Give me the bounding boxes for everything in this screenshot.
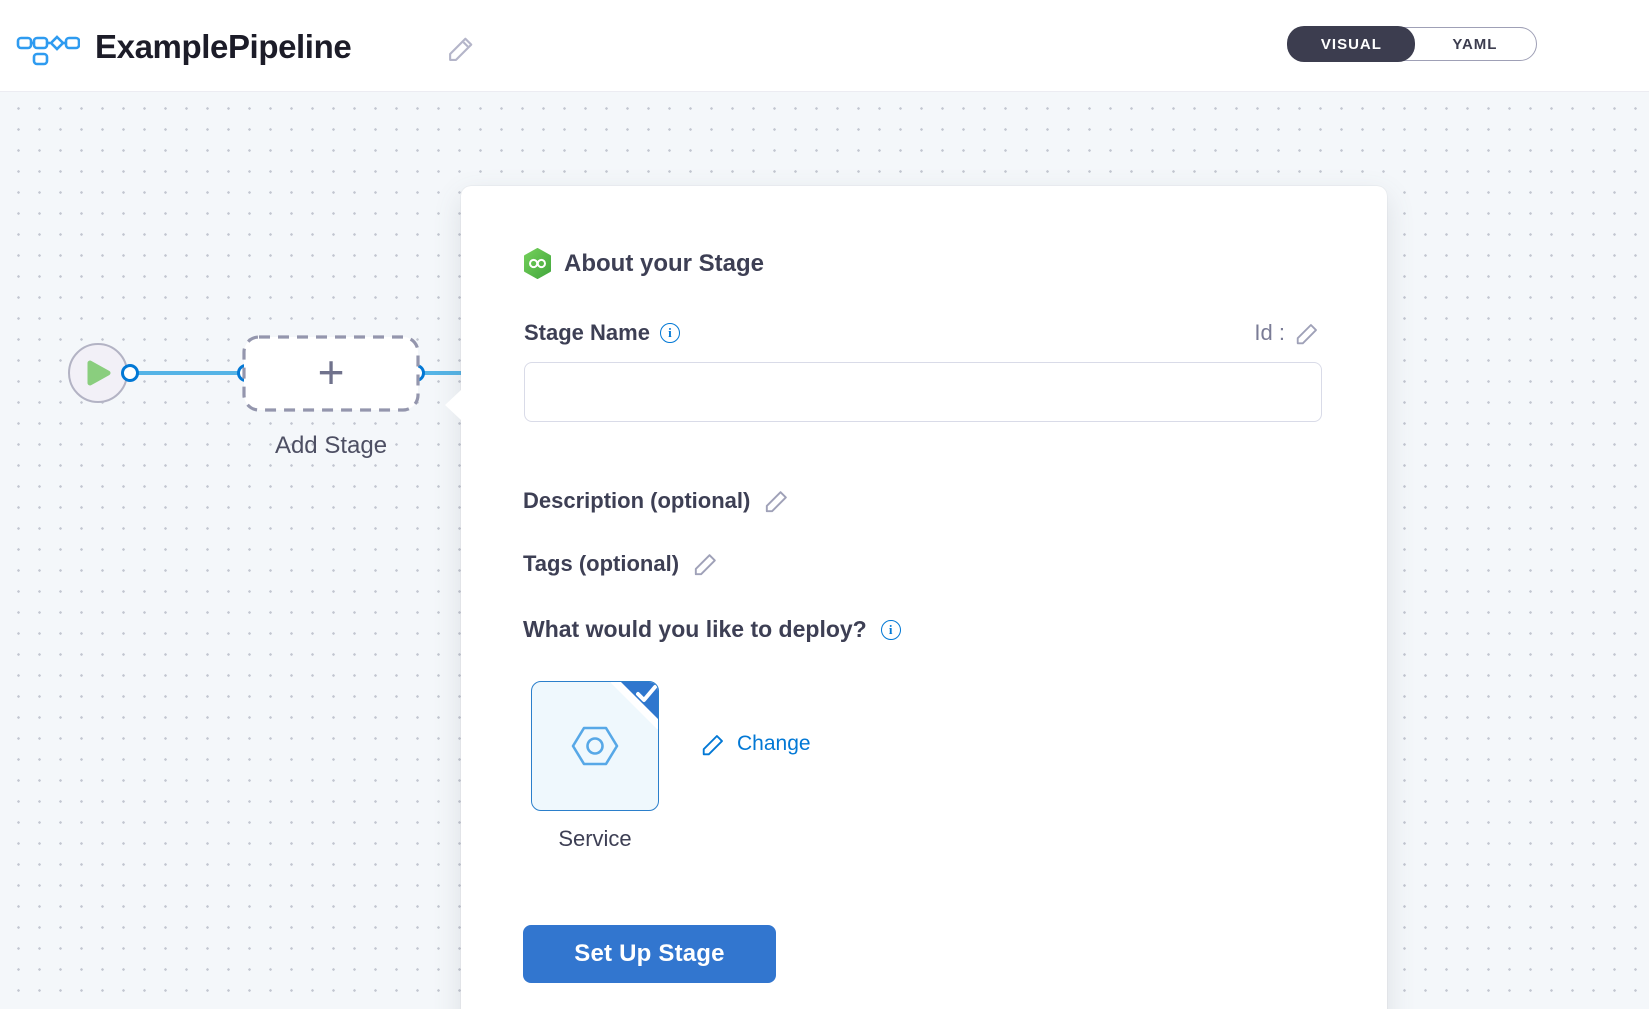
change-button[interactable]: Change [701, 731, 811, 757]
page-title: ExamplePipeline [95, 28, 351, 66]
pencil-icon [447, 33, 477, 63]
start-node-button[interactable] [68, 343, 128, 403]
stage-name-row: Stage Name i Id : [524, 320, 1321, 346]
toggle-visual[interactable]: VISUAL [1287, 26, 1415, 61]
edit-pipeline-name-button[interactable] [447, 33, 477, 63]
description-label: Description (optional) [523, 488, 750, 514]
pencil-icon [1295, 320, 1321, 346]
selected-check-badge [611, 681, 659, 734]
pipeline-canvas: + Add Stage [0, 92, 1649, 1009]
panel-callout-arrow [445, 390, 461, 420]
deploy-question-label: What would you like to deploy? [523, 616, 867, 643]
add-stage-node[interactable]: + [242, 335, 420, 412]
deploy-question-row: What would you like to deploy? i [523, 616, 901, 643]
edit-description-button[interactable] [764, 487, 791, 514]
connector-line [420, 371, 462, 375]
toggle-yaml[interactable]: YAML [1414, 28, 1536, 60]
app-header: ExamplePipeline VISUAL YAML [0, 0, 1649, 92]
stage-name-input[interactable] [524, 362, 1322, 422]
tags-label: Tags (optional) [523, 551, 679, 577]
tags-row: Tags (optional) [523, 550, 720, 577]
connector-line [134, 371, 244, 375]
setup-stage-button[interactable]: Set Up Stage [523, 925, 776, 983]
pipeline-studio-screen: ExamplePipeline VISUAL YAML + [0, 0, 1649, 1009]
panel-title: About your Stage [564, 250, 764, 278]
id-label: Id : [1254, 320, 1285, 346]
add-stage-label: Add Stage [242, 432, 420, 460]
id-group: Id : [1254, 320, 1321, 346]
stage-name-info-icon[interactable]: i [660, 323, 680, 343]
deploy-info-icon[interactable]: i [881, 620, 901, 640]
service-card-label: Service [531, 826, 659, 852]
stage-name-label: Stage Name [524, 320, 650, 346]
stage-type-badge-icon [523, 248, 552, 279]
pencil-icon [701, 731, 727, 757]
edit-id-button[interactable] [1295, 320, 1321, 346]
stage-config-panel: About your Stage Stage Name i Id : Descr… [461, 186, 1387, 1009]
description-row: Description (optional) [523, 487, 791, 514]
service-card[interactable] [531, 681, 659, 811]
connector-dot [121, 364, 139, 382]
view-toggle: VISUAL YAML [1288, 27, 1537, 61]
change-label: Change [737, 732, 811, 756]
pencil-icon [693, 550, 720, 577]
edit-tags-button[interactable] [693, 550, 720, 577]
plus-icon: + [242, 335, 420, 412]
play-icon [83, 357, 113, 389]
about-stage-header: About your Stage [523, 248, 764, 279]
pipeline-icon [16, 26, 80, 73]
pencil-icon [764, 487, 791, 514]
